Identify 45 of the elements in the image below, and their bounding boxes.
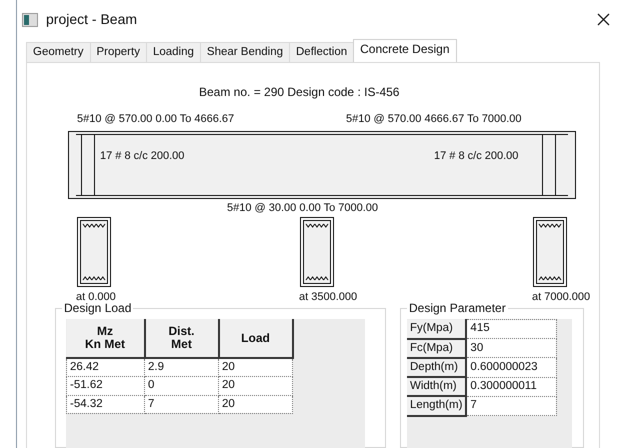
table-cell: 26.42 bbox=[66, 358, 144, 377]
diagram-label: 5#10 @ 570.00 4666.67 To 7000.00 bbox=[346, 113, 522, 125]
close-icon[interactable] bbox=[597, 13, 610, 26]
row-header: Fc(Mpa) bbox=[407, 338, 466, 358]
group-title: Design Load bbox=[62, 301, 134, 315]
diagram-label: at 3500.000 bbox=[299, 291, 358, 303]
diagram-label: at 0.000 bbox=[76, 291, 116, 303]
tab[interactable]: Loading bbox=[146, 42, 201, 62]
diagram-label: 5#10 @ 570.00 0.00 To 4666.67 bbox=[77, 113, 234, 125]
row-header: Length(m) bbox=[407, 396, 466, 416]
table-cell: 0.300000011 bbox=[466, 377, 556, 396]
tab[interactable]: Shear Bending bbox=[200, 42, 290, 62]
tab[interactable]: Concrete Design bbox=[353, 39, 457, 62]
diagram-label: 5#10 @ 30.00 0.00 To 7000.00 bbox=[227, 202, 378, 214]
row-header: Fy(Mpa) bbox=[407, 320, 466, 338]
table-cell: -51.62 bbox=[66, 376, 144, 395]
row-header: Depth(m) bbox=[407, 358, 466, 377]
section-drawing bbox=[300, 217, 334, 287]
row-header: Width(m) bbox=[407, 377, 466, 396]
column-header: Dist. Met bbox=[144, 319, 218, 358]
table-cell: -54.32 bbox=[66, 395, 144, 414]
diagram-label: at 7000.000 bbox=[532, 291, 590, 303]
column-header: Load bbox=[218, 319, 292, 358]
window-icon bbox=[22, 12, 38, 26]
table-cell: 7 bbox=[466, 396, 556, 416]
table-cell: 2.9 bbox=[144, 358, 218, 377]
table-cell: 30 bbox=[466, 338, 556, 358]
tab[interactable]: Deflection bbox=[289, 42, 354, 62]
diagram-label: 17 # 8 c/c 200.00 bbox=[100, 150, 184, 162]
table-cell: 7 bbox=[144, 395, 218, 414]
tab[interactable]: Property bbox=[90, 42, 147, 62]
group-title: Design Parameter bbox=[407, 301, 508, 315]
table-cell: 20 bbox=[218, 358, 292, 377]
column-header: Mz Kn Met bbox=[66, 319, 144, 358]
table-cell: 20 bbox=[218, 395, 292, 414]
table-cell: 415 bbox=[466, 320, 556, 338]
table-cell: 0.600000023 bbox=[466, 358, 556, 377]
section-drawing bbox=[533, 217, 567, 287]
table-cell: 20 bbox=[218, 376, 292, 395]
window-title: project - Beam bbox=[46, 10, 138, 29]
tab[interactable]: Geometry bbox=[26, 42, 90, 62]
section-drawing bbox=[77, 217, 111, 287]
diagram-label: 17 # 8 c/c 200.00 bbox=[434, 150, 518, 162]
table-cell: 0 bbox=[144, 376, 218, 395]
diagram-label: Beam no. = 290 Design code : IS-456 bbox=[199, 85, 400, 99]
